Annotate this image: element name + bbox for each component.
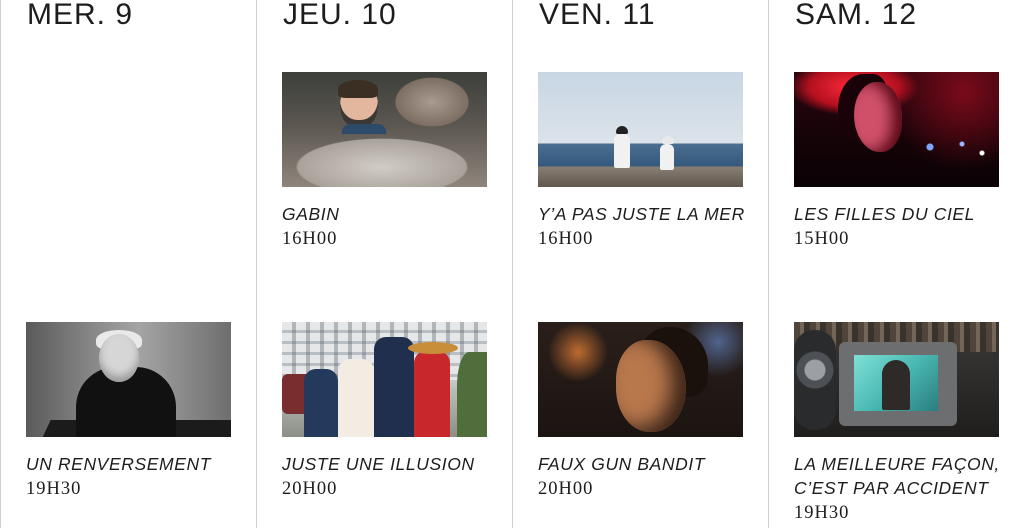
film-title[interactable]: LES FILLES DU CIEL — [794, 202, 1000, 226]
screening-time: 16H00 — [282, 229, 338, 249]
film-title[interactable]: JUSTE UNE ILLUSION — [282, 452, 488, 476]
film-title[interactable]: LA MEILLEURE FAÇON, C’EST PAR ACCIDENT — [794, 452, 1024, 500]
film-still-image[interactable] — [794, 72, 999, 187]
day-heading: JEU. 10 — [283, 0, 397, 31]
screening-time: 19H30 — [794, 503, 850, 523]
screening-card-les-filles-du-ciel[interactable]: LES FILLES DU CIEL 15H00 — [794, 72, 1000, 252]
screening-time: 16H00 — [538, 229, 594, 249]
screening-card-juste-une-illusion[interactable]: JUSTE UNE ILLUSION 20H00 — [282, 322, 488, 502]
day-column-sam-12: SAM. 12 LES FILLES DU CIEL 15H00 LA MEIL… — [768, 0, 1024, 528]
film-still-image[interactable] — [794, 322, 999, 437]
screening-card-gabin[interactable]: GABIN 16H00 — [282, 72, 488, 252]
day-column-ven-11: VEN. 11 Y’A PAS JUSTE LA MER 16H00 FAUX … — [512, 0, 769, 528]
day-column-jeu-10: JEU. 10 GABIN 16H00 JUSTE UNE ILLUSION 2… — [256, 0, 513, 528]
film-title[interactable]: Y’A PAS JUSTE LA MER — [538, 202, 744, 226]
day-heading: SAM. 12 — [795, 0, 918, 31]
film-still-image[interactable] — [26, 322, 231, 437]
screening-card-ya-pas-juste-la-mer[interactable]: Y’A PAS JUSTE LA MER 16H00 — [538, 72, 744, 252]
day-heading: VEN. 11 — [539, 0, 656, 31]
day-heading: MER. 9 — [27, 0, 134, 31]
film-still-image[interactable] — [538, 322, 743, 437]
film-still-image[interactable] — [282, 322, 487, 437]
screening-time: 20H00 — [282, 479, 338, 499]
schedule-grid: MER. 9 UN RENVERSEMENT 19H30 JEU. 10 GAB… — [0, 0, 1024, 528]
film-still-image[interactable] — [282, 72, 487, 187]
film-title[interactable]: GABIN — [282, 202, 488, 226]
screening-card-un-renversement[interactable]: UN RENVERSEMENT 19H30 — [26, 322, 232, 502]
screening-time: 20H00 — [538, 479, 594, 499]
film-title[interactable]: FAUX GUN BANDIT — [538, 452, 744, 476]
film-title[interactable]: UN RENVERSEMENT — [26, 452, 232, 476]
screening-time: 19H30 — [26, 479, 82, 499]
film-still-image[interactable] — [538, 72, 743, 187]
screening-time: 15H00 — [794, 229, 850, 249]
day-column-mer-9: MER. 9 UN RENVERSEMENT 19H30 — [0, 0, 257, 528]
screening-card-faux-gun-bandit[interactable]: FAUX GUN BANDIT 20H00 — [538, 322, 744, 502]
screening-card-la-meilleure-facon[interactable]: LA MEILLEURE FAÇON, C’EST PAR ACCIDENT 1… — [794, 322, 1000, 526]
